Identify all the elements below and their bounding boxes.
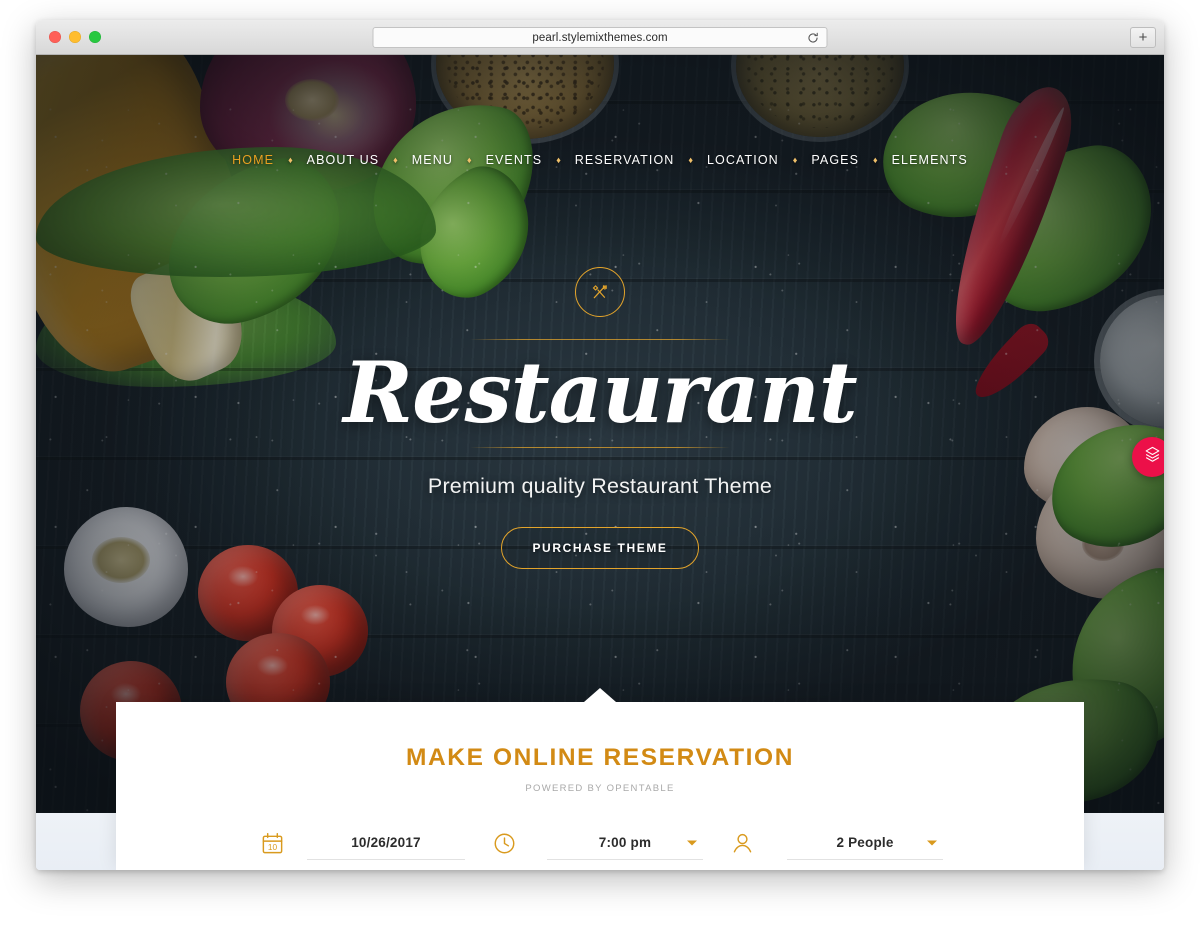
nav-item-location[interactable]: LOCATION: [705, 153, 781, 167]
browser-window: pearl.stylemixthemes.com + HOME ♦ ABOUT …: [36, 20, 1164, 870]
close-window-button[interactable]: [49, 31, 61, 43]
calendar-icon: 10: [257, 828, 287, 858]
nav-item-reservation[interactable]: RESERVATION: [573, 153, 677, 167]
address-bar-url: pearl.stylemixthemes.com: [532, 31, 668, 44]
reservation-date-field[interactable]: 10 10/26/2017: [257, 826, 465, 860]
page-viewport: HOME ♦ ABOUT US ♦ MENU ♦ EVENTS ♦ RESERV…: [36, 55, 1164, 870]
reload-icon[interactable]: [807, 31, 820, 44]
window-controls: [49, 31, 101, 43]
nav-separator-icon: ♦: [688, 154, 693, 165]
nav-item-elements[interactable]: ELEMENTS: [890, 153, 970, 167]
chevron-down-icon[interactable]: [687, 840, 697, 845]
maximize-window-button[interactable]: [89, 31, 101, 43]
page-title: Restaurant: [343, 343, 857, 442]
nav-separator-icon: ♦: [466, 154, 472, 165]
reservation-card: MAKE ONLINE RESERVATION POWERED BY OPENT…: [116, 688, 1084, 870]
layers-icon: [1143, 445, 1162, 469]
person-icon: [727, 828, 757, 858]
main-navigation: HOME ♦ ABOUT US ♦ MENU ♦ EVENTS ♦ RESERV…: [36, 153, 1164, 167]
time-select[interactable]: 7:00 pm: [547, 826, 703, 860]
purchase-theme-button[interactable]: PURCHASE THEME: [501, 527, 699, 570]
nav-separator-icon: ♦: [288, 154, 293, 165]
chevron-down-icon[interactable]: [927, 840, 937, 845]
date-input[interactable]: 10/26/2017: [307, 826, 465, 860]
slider-layers-button[interactable]: [1132, 437, 1164, 477]
reservation-subtitle: POWERED BY OPENTABLE: [525, 783, 675, 794]
date-value: 10/26/2017: [351, 835, 421, 850]
reservation-title: MAKE ONLINE RESERVATION: [406, 744, 794, 771]
address-bar[interactable]: pearl.stylemixthemes.com: [372, 27, 828, 48]
nav-separator-icon: ♦: [556, 154, 561, 165]
time-value: 7:00 pm: [598, 835, 652, 850]
party-size-value: 2 People: [836, 835, 894, 850]
reservation-time-field[interactable]: 7:00 pm: [489, 826, 703, 860]
reservation-fields: 10 10/26/2017 7:00 pm 2 People: [116, 826, 1084, 860]
minimize-window-button[interactable]: [69, 31, 81, 43]
hero-subtitle: Premium quality Restaurant Theme: [427, 474, 773, 499]
nav-separator-icon: ♦: [873, 154, 878, 165]
nav-separator-icon: ♦: [393, 154, 398, 165]
hero-divider-top: [470, 339, 730, 340]
nav-item-pages[interactable]: PAGES: [809, 153, 861, 167]
nav-item-menu[interactable]: MENU: [410, 153, 455, 167]
card-notch: [584, 688, 616, 702]
browser-titlebar: pearl.stylemixthemes.com +: [36, 20, 1164, 55]
new-tab-button[interactable]: +: [1130, 27, 1156, 48]
clock-icon: [489, 828, 519, 858]
desktop-backdrop: pearl.stylemixthemes.com + HOME ♦ ABOUT …: [0, 0, 1200, 929]
party-size-select[interactable]: 2 People: [787, 826, 943, 860]
nav-item-events[interactable]: EVENTS: [484, 153, 545, 167]
fork-knife-circle-icon: [575, 267, 625, 317]
reservation-party-size-field[interactable]: 2 People: [727, 826, 943, 860]
nav-item-about-us[interactable]: ABOUT US: [305, 153, 381, 167]
hero-divider-bottom: [470, 447, 730, 449]
svg-text:10: 10: [267, 842, 277, 851]
nav-item-home[interactable]: HOME: [230, 153, 276, 167]
nav-separator-icon: ♦: [792, 154, 798, 165]
